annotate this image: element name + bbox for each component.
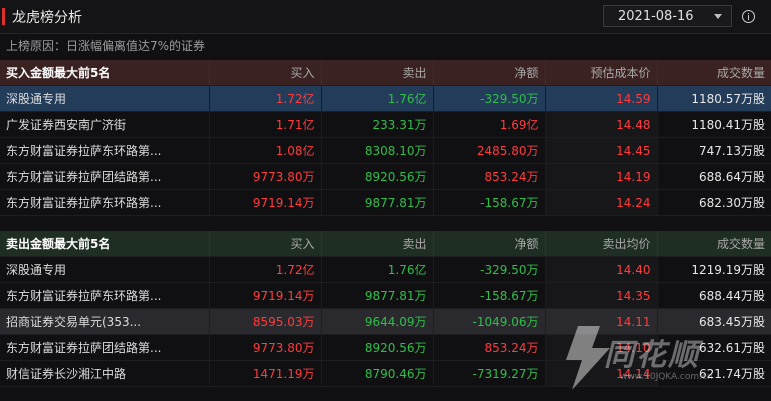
watermark-url: www.10JQKA.com.cn (620, 372, 713, 382)
buy-table-header: 买入金额最大前5名 买入 卖出 净额 预估成本价 成交数量 (0, 60, 771, 86)
seat-name[interactable]: 东方财富证券拉萨东环路第... (0, 137, 209, 164)
seat-name[interactable]: 深股通专用 (0, 256, 209, 283)
date-value: 2021-08-16 (618, 9, 694, 24)
sell-amount: 8308.10万 (320, 137, 433, 164)
buy-amount: 8595.03万 (208, 308, 321, 335)
col-header-buy[interactable]: 买入 (208, 231, 321, 257)
seat-name[interactable]: 深股通专用 (0, 85, 209, 112)
table-row[interactable]: 东方财富证券拉萨东环路第... 9719.14万 9877.81万 -158.6… (0, 282, 771, 309)
est-cost-price: 14.59 (544, 85, 657, 112)
table-row[interactable]: 东方财富证券拉萨东环路第... 9719.14万 9877.81万 -158.6… (0, 189, 771, 216)
col-header-volume[interactable]: 成交数量 (656, 60, 771, 86)
est-cost-price: 14.19 (544, 163, 657, 190)
seat-name[interactable]: 东方财富证券拉萨团结路第... (0, 334, 209, 361)
seat-name[interactable]: 东方财富证券拉萨东环路第... (0, 282, 209, 309)
buy-amount: 1.71亿 (208, 111, 321, 138)
buy-amount: 1.72亿 (208, 256, 321, 283)
col-header-volume[interactable]: 成交数量 (656, 231, 771, 257)
sell-amount: 9877.81万 (320, 189, 433, 216)
col-header-net[interactable]: 净额 (432, 60, 545, 86)
sell-amount: 1.76亿 (320, 85, 433, 112)
buy-top5-table: 买入金额最大前5名 买入 卖出 净额 预估成本价 成交数量 深股通专用 1.72… (0, 60, 771, 216)
title-accent-bar (2, 8, 5, 25)
chevron-down-icon (714, 14, 722, 19)
col-header-est-cost[interactable]: 预估成本价 (544, 60, 657, 86)
est-cost-price: 14.24 (544, 189, 657, 216)
sell-amount: 233.31万 (320, 111, 433, 138)
trade-volume: 1180.41万股 (656, 111, 771, 138)
avg-sell-price: 14.35 (544, 282, 657, 309)
buy-amount: 1.08亿 (208, 137, 321, 164)
trade-volume: 747.13万股 (656, 137, 771, 164)
est-cost-price: 14.45 (544, 137, 657, 164)
buy-amount: 1471.19万 (208, 360, 321, 387)
sell-amount: 1.76亿 (320, 256, 433, 283)
date-dropdown[interactable]: 2021-08-16 (603, 5, 732, 27)
col-header-buy[interactable]: 买入 (208, 60, 321, 86)
buy-amount: 9719.14万 (208, 189, 321, 216)
est-cost-price: 14.48 (544, 111, 657, 138)
table-row[interactable]: 深股通专用 1.72亿 1.76亿 -329.50万 14.40 1219.19… (0, 256, 771, 283)
net-amount: 853.24万 (432, 163, 545, 190)
col-header-avg-sell-price[interactable]: 卖出均价 (544, 231, 657, 257)
info-icon[interactable] (742, 10, 755, 23)
trade-volume: 688.64万股 (656, 163, 771, 190)
sell-amount: 8790.46万 (320, 360, 433, 387)
col-header-net[interactable]: 净额 (432, 231, 545, 257)
seat-name[interactable]: 广发证券西安南广济街 (0, 111, 209, 138)
listing-reason: 上榜原因：日涨幅偏离值达7%的证券 (6, 39, 206, 53)
net-amount: 853.24万 (432, 334, 545, 361)
buy-header-title: 买入金额最大前5名 (0, 60, 209, 86)
net-amount: 2485.80万 (432, 137, 545, 164)
net-amount: -1049.06万 (432, 308, 545, 335)
net-amount: -158.67万 (432, 189, 545, 216)
trade-volume: 1180.57万股 (656, 85, 771, 112)
sell-amount: 9877.81万 (320, 282, 433, 309)
table-row[interactable]: 广发证券西安南广济街 1.71亿 233.31万 1.69亿 14.48 118… (0, 111, 771, 138)
net-amount: 1.69亿 (432, 111, 545, 138)
net-amount: -329.50万 (432, 85, 545, 112)
buy-amount: 9719.14万 (208, 282, 321, 309)
sell-amount: 8920.56万 (320, 163, 433, 190)
sell-amount: 9644.09万 (320, 308, 433, 335)
page-title: 龙虎榜分析 (12, 10, 82, 26)
net-amount: -329.50万 (432, 256, 545, 283)
trade-volume: 1219.19万股 (656, 256, 771, 283)
header-bar: 龙虎榜分析 2021-08-16 (0, 0, 771, 34)
trade-volume: 682.30万股 (656, 189, 771, 216)
seat-name[interactable]: 财信证券长沙湘江中路 (0, 360, 209, 387)
table-row[interactable]: 东方财富证券拉萨东环路第... 1.08亿 8308.10万 2485.80万 … (0, 137, 771, 164)
avg-sell-price: 14.40 (544, 256, 657, 283)
net-amount: -7319.27万 (432, 360, 545, 387)
buy-amount: 1.72亿 (208, 85, 321, 112)
seat-name[interactable]: 东方财富证券拉萨东环路第... (0, 189, 209, 216)
sell-header-title: 卖出金额最大前5名 (0, 231, 209, 257)
seat-name[interactable]: 东方财富证券拉萨团结路第... (0, 163, 209, 190)
seat-name[interactable]: 招商证券交易单元(353... (0, 308, 209, 335)
buy-amount: 9773.80万 (208, 334, 321, 361)
sell-amount: 8920.56万 (320, 334, 433, 361)
table-row[interactable]: 东方财富证券拉萨团结路第... 9773.80万 8920.56万 853.24… (0, 163, 771, 190)
col-header-sell[interactable]: 卖出 (320, 231, 433, 257)
watermark-brand: 同花顺 (604, 338, 700, 373)
sell-table-header: 卖出金额最大前5名 买入 卖出 净额 卖出均价 成交数量 (0, 231, 771, 257)
trade-volume: 688.44万股 (656, 282, 771, 309)
col-header-sell[interactable]: 卖出 (320, 60, 433, 86)
net-amount: -158.67万 (432, 282, 545, 309)
buy-amount: 9773.80万 (208, 163, 321, 190)
table-row[interactable]: 深股通专用 1.72亿 1.76亿 -329.50万 14.59 1180.57… (0, 85, 771, 112)
